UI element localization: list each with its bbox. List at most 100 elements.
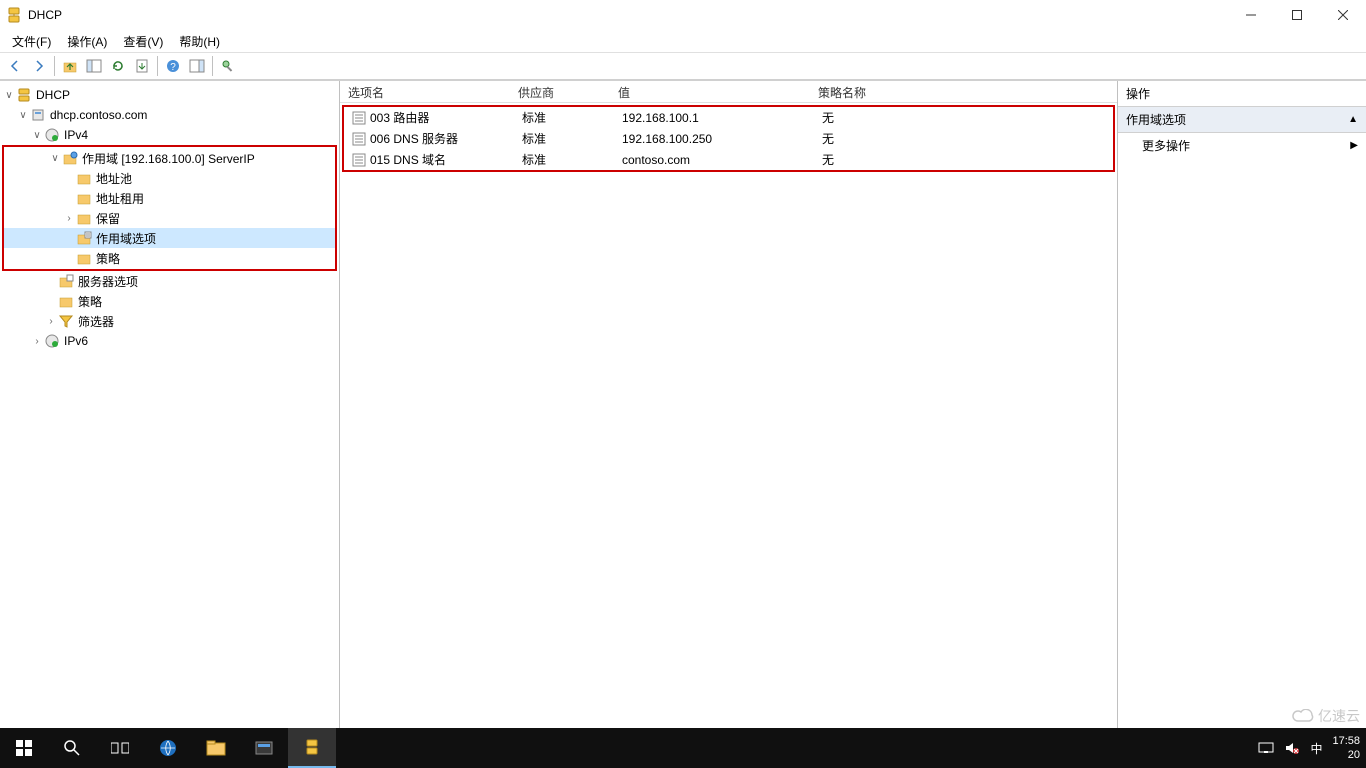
cell-value: 192.168.100.250 xyxy=(622,132,712,146)
separator xyxy=(54,56,55,76)
options-icon xyxy=(58,273,74,289)
col-option[interactable]: 选项名 xyxy=(340,81,510,102)
cell-option: 015 DNS 域名 xyxy=(370,151,446,168)
task-explorer[interactable] xyxy=(192,728,240,768)
tree-label: 作用域 [192.168.100.0] ServerIP xyxy=(82,150,255,167)
tree-node-ipv6[interactable]: › IPv6 xyxy=(0,331,339,351)
tree-node-server[interactable]: ∨ dhcp.contoso.com xyxy=(0,105,339,125)
col-vendor[interactable]: 供应商 xyxy=(510,81,610,102)
start-button[interactable] xyxy=(0,728,48,768)
cell-vendor: 标准 xyxy=(522,109,546,126)
collapse-icon[interactable]: ▲ xyxy=(1348,114,1358,125)
task-ie[interactable] xyxy=(144,728,192,768)
refresh-button[interactable] xyxy=(107,55,129,77)
tree-label: dhcp.contoso.com xyxy=(50,108,147,122)
expand-icon[interactable]: ∨ xyxy=(16,110,30,121)
action-pane-button[interactable] xyxy=(186,55,208,77)
expand-icon[interactable]: ∨ xyxy=(2,90,16,101)
folder-icon xyxy=(58,293,74,309)
task-view-button[interactable] xyxy=(96,728,144,768)
tree-pane[interactable]: ∨ DHCP ∨ dhcp.contoso.com ∨ IPv4 ∨ 作用域 [… xyxy=(0,81,340,728)
tree-node-dhcp[interactable]: ∨ DHCP xyxy=(0,85,339,105)
expand-icon[interactable]: › xyxy=(62,213,76,224)
minimize-button[interactable] xyxy=(1228,0,1274,30)
actions-more[interactable]: 更多操作 ▶ xyxy=(1118,133,1366,158)
tree-node-server-policies[interactable]: 策略 xyxy=(0,291,339,311)
tree-label: 地址租用 xyxy=(96,190,144,207)
list-pane: 选项名 供应商 值 策略名称 003 路由器 标准 192.168.100.1 … xyxy=(340,81,1118,728)
tree-label: IPv6 xyxy=(64,334,88,348)
toolbar: ? xyxy=(0,52,1366,80)
separator xyxy=(212,56,213,76)
titlebar: DHCP xyxy=(0,0,1366,30)
actions-pane: 操作 作用域选项 ▲ 更多操作 ▶ xyxy=(1118,81,1366,728)
clock-date: 20 xyxy=(1332,748,1360,762)
separator xyxy=(157,56,158,76)
list-row[interactable]: 003 路由器 标准 192.168.100.1 无 xyxy=(344,107,1113,128)
menubar: 文件(F) 操作(A) 查看(V) 帮助(H) xyxy=(0,30,1366,52)
tree-node-ipv4[interactable]: ∨ IPv4 xyxy=(0,125,339,145)
tree-node-scope[interactable]: ∨ 作用域 [192.168.100.0] ServerIP xyxy=(4,148,335,168)
scope-icon xyxy=(62,150,78,166)
tree-node-leases[interactable]: 地址租用 xyxy=(4,188,335,208)
maximize-button[interactable] xyxy=(1274,0,1320,30)
actions-header[interactable]: 作用域选项 ▲ xyxy=(1118,107,1366,133)
forward-button[interactable] xyxy=(28,55,50,77)
list-row[interactable]: 006 DNS 服务器 标准 192.168.100.250 无 xyxy=(344,128,1113,149)
export-list-button[interactable] xyxy=(131,55,153,77)
menu-view[interactable]: 查看(V) xyxy=(115,31,171,52)
watermark-text: 亿速云 xyxy=(1318,706,1360,726)
menu-action[interactable]: 操作(A) xyxy=(59,31,115,52)
highlight-box-options: 003 路由器 标准 192.168.100.1 无 006 DNS 服务器 标… xyxy=(342,105,1115,172)
help-button[interactable]: ? xyxy=(162,55,184,77)
menu-help[interactable]: 帮助(H) xyxy=(171,31,228,52)
tree-label: 策略 xyxy=(78,293,102,310)
expand-icon[interactable]: › xyxy=(30,336,44,347)
dhcp-icon xyxy=(16,87,32,103)
app-icon xyxy=(6,7,22,23)
system-tray[interactable]: 中 17:58 20 xyxy=(1258,734,1366,762)
actions-more-label: 更多操作 xyxy=(1142,137,1190,154)
task-server-manager[interactable] xyxy=(240,728,288,768)
tree-label: 保留 xyxy=(96,210,120,227)
actions-header-label: 作用域选项 xyxy=(1126,111,1186,128)
list-row[interactable]: 015 DNS 域名 标准 contoso.com 无 xyxy=(344,149,1113,170)
options-icon xyxy=(76,230,92,246)
sound-icon[interactable] xyxy=(1284,741,1300,755)
search-button[interactable] xyxy=(48,728,96,768)
tree-label: 策略 xyxy=(96,250,120,267)
tree-label: 地址池 xyxy=(96,170,132,187)
actions-title: 操作 xyxy=(1118,81,1366,107)
taskbar[interactable]: 中 17:58 20 xyxy=(0,728,1366,768)
cell-vendor: 标准 xyxy=(522,151,546,168)
expand-icon[interactable]: › xyxy=(44,316,58,327)
up-button[interactable] xyxy=(59,55,81,77)
tree-node-address-pool[interactable]: 地址池 xyxy=(4,168,335,188)
tree-node-filters[interactable]: › 筛选器 xyxy=(0,311,339,331)
back-button[interactable] xyxy=(4,55,26,77)
tree-node-reservations[interactable]: › 保留 xyxy=(4,208,335,228)
properties-button[interactable] xyxy=(217,55,239,77)
menu-file[interactable]: 文件(F) xyxy=(4,31,59,52)
network-icon[interactable] xyxy=(1258,741,1274,755)
col-value[interactable]: 值 xyxy=(610,81,810,102)
show-hide-tree-button[interactable] xyxy=(83,55,105,77)
ime-indicator[interactable]: 中 xyxy=(1310,740,1322,757)
clock[interactable]: 17:58 20 xyxy=(1332,734,1360,762)
task-dhcp[interactable] xyxy=(288,728,336,768)
tree-node-server-options[interactable]: 服务器选项 xyxy=(0,271,339,291)
expand-icon[interactable]: ∨ xyxy=(48,153,62,164)
option-icon xyxy=(352,132,366,146)
tree-label: 服务器选项 xyxy=(78,273,138,290)
col-policy[interactable]: 策略名称 xyxy=(810,81,910,102)
expand-icon[interactable]: ∨ xyxy=(30,130,44,141)
list-header[interactable]: 选项名 供应商 值 策略名称 xyxy=(340,81,1117,103)
close-button[interactable] xyxy=(1320,0,1366,30)
tree-node-policies[interactable]: 策略 xyxy=(4,248,335,268)
tree-node-scope-options[interactable]: 作用域选项 xyxy=(4,228,335,248)
list-body[interactable]: 003 路由器 标准 192.168.100.1 无 006 DNS 服务器 标… xyxy=(340,103,1117,728)
watermark: 亿速云 xyxy=(1292,706,1360,726)
window-title: DHCP xyxy=(28,8,1228,22)
cell-value: contoso.com xyxy=(622,153,690,167)
cell-policy: 无 xyxy=(822,130,834,147)
